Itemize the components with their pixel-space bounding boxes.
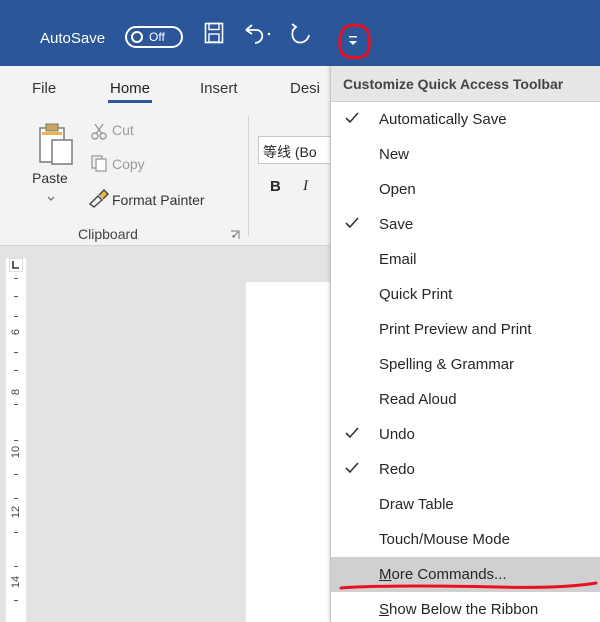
ruler-tick xyxy=(14,474,18,475)
font-name-value: 等线 (Bo xyxy=(263,144,317,160)
ruler-tick xyxy=(14,566,18,567)
menu-item-label: Undo xyxy=(379,426,415,443)
menu-item-touch-mouse-mode[interactable]: Touch/Mouse Mode xyxy=(331,522,600,557)
autosave-toggle[interactable]: Off xyxy=(125,26,183,48)
menu-header: Customize Quick Access Toolbar xyxy=(331,66,600,102)
menu-item-read-aloud[interactable]: Read Aloud xyxy=(331,382,600,417)
menu-item-label: Quick Print xyxy=(379,286,453,303)
ruler-number: 14 xyxy=(10,575,22,589)
menu-item-label: Email xyxy=(379,251,417,268)
cut-button[interactable]: Cut xyxy=(112,122,134,138)
checkmark-icon xyxy=(345,427,359,439)
menu-item-spelling-grammar[interactable]: Spelling & Grammar xyxy=(331,347,600,382)
menu-item-print-preview-and-print[interactable]: Print Preview and Print xyxy=(331,312,600,347)
ribbon-home: Paste Cut Copy Format Painter 等线 (Bo B I… xyxy=(0,106,340,246)
dialog-launcher-icon[interactable] xyxy=(230,230,240,240)
menu-item-undo[interactable]: Undo xyxy=(331,417,600,452)
ruler-tick xyxy=(14,600,18,601)
bold-button[interactable]: B xyxy=(270,178,281,195)
active-tab-indicator xyxy=(108,100,152,103)
menu-item-label: Save xyxy=(379,216,414,233)
ribbon-separator xyxy=(248,116,249,236)
tab-stop-selector-icon[interactable] xyxy=(9,258,23,272)
paste-icon[interactable] xyxy=(36,122,76,166)
menu-item-open[interactable]: Open xyxy=(331,172,600,207)
ruler-number: 8 xyxy=(10,388,22,396)
menu-item-label: Show Below the Ribbon xyxy=(379,601,539,618)
document-page[interactable] xyxy=(246,282,340,622)
red-underline-annotation xyxy=(339,581,598,590)
menu-item-label: Automatically Save xyxy=(379,111,507,128)
checkmark-icon xyxy=(345,462,359,474)
customize-qat-menu: Customize Quick Access Toolbar Automatic… xyxy=(330,66,600,622)
menu-item-label: New xyxy=(379,146,410,163)
autosave-toggle-state: Off xyxy=(149,30,165,44)
ruler-tick xyxy=(14,370,18,371)
undo-icon[interactable] xyxy=(242,22,272,46)
italic-button[interactable]: I xyxy=(303,178,308,195)
save-icon[interactable] xyxy=(204,22,224,44)
format-painter-icon xyxy=(88,189,109,208)
menu-item-redo[interactable]: Redo xyxy=(331,452,600,487)
menu-header-title: Customize Quick Access Toolbar xyxy=(343,76,564,92)
tab-design[interactable]: Desi xyxy=(290,80,320,97)
copy-icon xyxy=(91,155,107,172)
copy-button[interactable]: Copy xyxy=(112,156,145,172)
ruler-tick xyxy=(14,278,18,279)
ruler-tick xyxy=(14,404,18,405)
scissors-icon xyxy=(91,123,107,140)
menu-item-label: Redo xyxy=(379,461,415,478)
menu-item-show-below-the-ribbon[interactable]: Show Below the Ribbon xyxy=(331,592,600,622)
paste-button[interactable]: Paste xyxy=(32,170,68,186)
menu-item-label: Print Preview and Print xyxy=(379,321,532,338)
title-bar: AutoSave Off xyxy=(0,0,600,66)
tab-file[interactable]: File xyxy=(32,80,56,97)
format-painter-button[interactable]: Format Painter xyxy=(112,192,205,208)
menu-item-quick-print[interactable]: Quick Print xyxy=(331,277,600,312)
checkmark-icon xyxy=(345,217,359,229)
ruler-number: 12 xyxy=(10,505,22,519)
autosave-label: AutoSave xyxy=(40,30,106,47)
toggle-knob xyxy=(131,31,143,43)
customize-toolbar-dropdown-button[interactable] xyxy=(337,22,371,60)
tab-insert[interactable]: Insert xyxy=(200,80,238,97)
menu-item-save[interactable]: Save xyxy=(331,207,600,242)
clipboard-group-label: Clipboard xyxy=(78,226,138,242)
ruler-tick xyxy=(14,498,18,499)
menu-item-label: Touch/Mouse Mode xyxy=(379,531,510,548)
ruler-tick xyxy=(14,440,18,441)
menu-item-email[interactable]: Email xyxy=(331,242,600,277)
menu-item-draw-table[interactable]: Draw Table xyxy=(331,487,600,522)
ruler-number: 10 xyxy=(10,445,22,459)
font-name-box[interactable]: 等线 (Bo xyxy=(258,136,340,164)
ruler-tick xyxy=(14,532,18,533)
menu-item-new[interactable]: New xyxy=(331,137,600,172)
menu-item-label: Read Aloud xyxy=(379,391,457,408)
ruler-tick xyxy=(14,316,18,317)
ribbon-tabs: File Home Insert Desi xyxy=(0,66,340,106)
ruler-tick xyxy=(14,296,18,297)
chevron-down-icon xyxy=(349,36,357,45)
tab-home[interactable]: Home xyxy=(110,80,150,97)
menu-item-label: Draw Table xyxy=(379,496,454,513)
menu-item-automatically-save[interactable]: Automatically Save xyxy=(331,102,600,137)
menu-item-label: Open xyxy=(379,181,416,198)
redo-icon[interactable] xyxy=(290,22,312,46)
checkmark-icon xyxy=(345,112,359,124)
ruler-tick xyxy=(14,352,18,353)
paste-options-chevron-icon[interactable] xyxy=(46,196,56,202)
menu-item-label: Spelling & Grammar xyxy=(379,356,515,373)
ruler-number: 6 xyxy=(10,328,22,336)
